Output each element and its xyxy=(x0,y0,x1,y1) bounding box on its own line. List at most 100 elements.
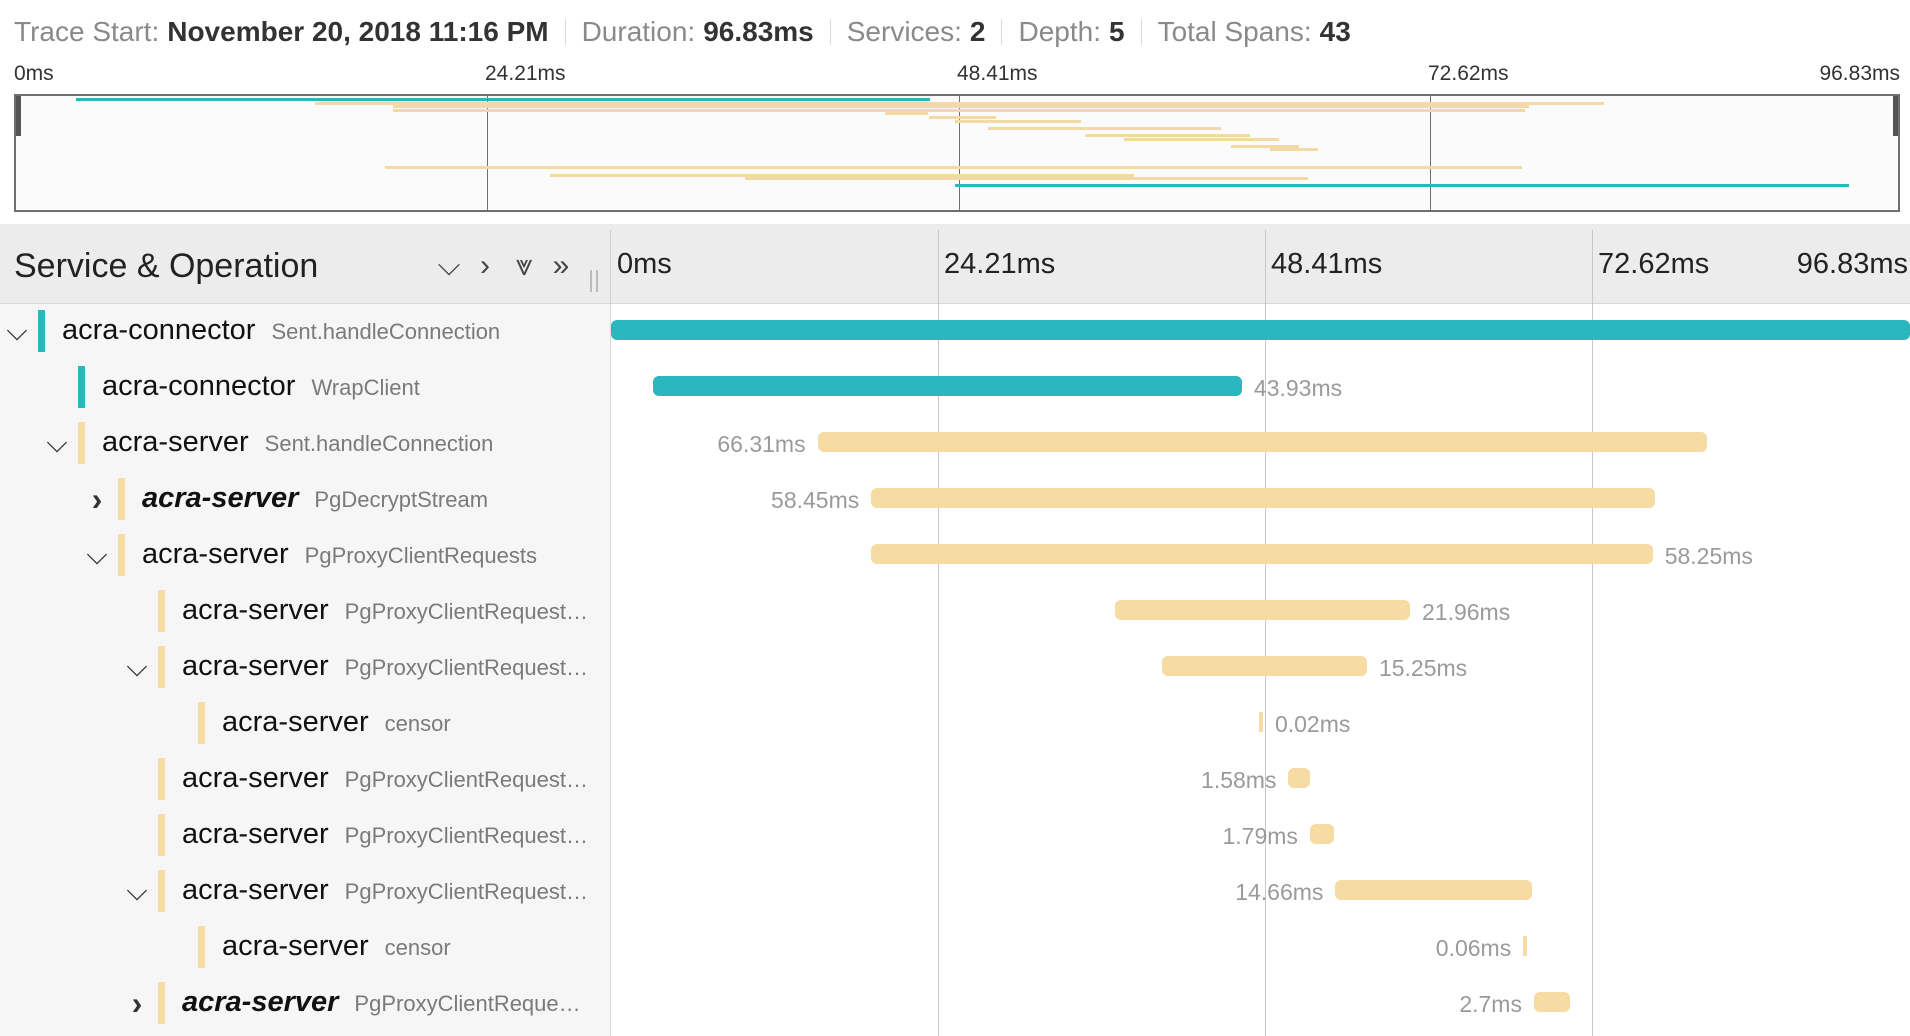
span-row[interactable]: › acra-server PgDecryptStream 58.45ms xyxy=(0,472,1910,528)
span-row[interactable]: acra-server PgProxyClientRequest… 21.96ms xyxy=(0,584,1910,640)
span-duration-label: 43.93ms xyxy=(1253,375,1343,401)
minimap-right-handle[interactable] xyxy=(1893,96,1898,136)
duration-value: 96.83ms xyxy=(703,16,814,47)
service-name[interactable]: acra-server xyxy=(182,762,329,795)
service-color-marker xyxy=(118,478,125,520)
minimap-span xyxy=(550,173,1134,177)
minimap-left-handle[interactable] xyxy=(16,96,21,136)
trace-services: Services: 2 xyxy=(847,16,986,48)
span-row[interactable]: acra-server PgProxyClientRequest… 1.58ms xyxy=(0,752,1910,808)
span-duration-bar[interactable] xyxy=(871,488,1656,508)
span-row[interactable]: ⌵ acra-connector Sent.handleConnection xyxy=(0,304,1910,360)
span-row[interactable]: ⌵ acra-server PgProxyClientRequest… 14.66ms xyxy=(0,864,1910,920)
span-duration-bar[interactable] xyxy=(652,376,1242,396)
service-color-marker xyxy=(78,366,85,408)
span-duration-bar[interactable] xyxy=(871,544,1653,564)
header-tickline xyxy=(1592,230,1593,304)
span-duration-bar[interactable] xyxy=(1115,600,1410,620)
service-name[interactable]: acra-server xyxy=(182,650,329,683)
span-row[interactable]: ⌵ acra-server PgProxyClientRequest… 15.25ms xyxy=(0,640,1910,696)
operation-name: Sent.handleConnection xyxy=(271,319,501,344)
divider xyxy=(1001,19,1003,45)
chevron-down-icon[interactable]: ⌵ xyxy=(2,311,32,351)
span-duration-bar[interactable] xyxy=(1288,768,1310,788)
minimap-span xyxy=(76,98,931,101)
trace-depth: Depth: 5 xyxy=(1018,16,1124,48)
chevron-down-icon[interactable]: ⌵ xyxy=(122,871,152,911)
divider xyxy=(829,19,831,45)
minimap-gridline xyxy=(959,96,960,210)
depth-label: Depth: xyxy=(1018,16,1101,47)
total-spans-label: Total Spans: xyxy=(1157,16,1312,47)
span-row[interactable]: acra-server PgProxyClientRequest… 1.79ms xyxy=(0,808,1910,864)
chevron-down-icon[interactable]: ⌵ xyxy=(42,423,72,463)
service-name[interactable]: acra-server xyxy=(182,986,338,1019)
span-row[interactable]: ⌵ acra-server Sent.handleConnection 66.31ms xyxy=(0,416,1910,472)
minimap-tick: 96.83ms xyxy=(1819,62,1900,85)
service-name[interactable]: acra-server xyxy=(182,874,329,907)
minimap-span xyxy=(954,119,1082,123)
chevron-right-icon[interactable]: › xyxy=(122,983,152,1023)
span-duration-label: 66.31ms xyxy=(717,431,806,457)
span-row[interactable]: acra-server censor 0.02ms xyxy=(0,696,1910,752)
span-duration-bar[interactable] xyxy=(1309,824,1334,844)
trace-minimap[interactable] xyxy=(14,94,1900,212)
minimap-span xyxy=(393,105,1530,109)
span-duration-bar[interactable] xyxy=(1533,992,1571,1012)
span-duration-bar[interactable] xyxy=(611,320,1910,340)
minimap-tick: 24.21ms xyxy=(485,62,566,85)
service-name[interactable]: acra-server xyxy=(142,538,289,571)
service-color-marker xyxy=(158,646,165,688)
service-name[interactable]: acra-connector xyxy=(102,370,295,403)
expand-all-icon[interactable]: » xyxy=(544,246,578,286)
operation-name: censor xyxy=(384,711,451,736)
span-duration-label: 0.02ms xyxy=(1274,711,1351,737)
service-color-marker xyxy=(118,534,125,576)
service-name[interactable]: acra-server xyxy=(102,426,249,459)
span-row[interactable]: acra-connector WrapClient 43.93ms xyxy=(0,360,1910,416)
operation-name: censor xyxy=(384,935,451,960)
minimap-gridline xyxy=(487,96,488,210)
span-duration-label: 1.58ms xyxy=(1201,767,1277,793)
operation-name: PgProxyClientRequest… xyxy=(344,655,588,680)
minimap-tick: 48.41ms xyxy=(957,62,1038,85)
divider xyxy=(564,19,566,45)
service-name[interactable]: acra-server xyxy=(222,930,369,963)
service-name[interactable]: acra-server xyxy=(222,706,369,739)
span-duration-bar[interactable] xyxy=(1335,880,1533,900)
minimap-span xyxy=(1230,144,1299,148)
minimap-span xyxy=(1084,134,1251,137)
minimap-tick: 0ms xyxy=(14,62,54,85)
trace-summary: Trace Start: November 20, 2018 11:16 PM … xyxy=(14,12,1351,52)
chevron-right-icon[interactable]: › xyxy=(82,479,112,519)
collapse-one-icon[interactable]: ⌵ xyxy=(432,246,466,286)
operation-name: PgProxyClientRequest… xyxy=(344,767,588,792)
span-row[interactable]: ⌵ acra-server PgProxyClientRequests 58.25ms xyxy=(0,528,1910,584)
service-color-marker xyxy=(198,926,205,968)
expand-one-icon[interactable]: › xyxy=(468,246,502,286)
span-row[interactable]: › acra-server PgProxyClientReque… 2.7ms xyxy=(0,976,1910,1032)
span-row[interactable]: acra-server censor 0.06ms xyxy=(0,920,1910,976)
collapse-all-icon[interactable]: ⩔ xyxy=(507,246,541,286)
divider xyxy=(1140,19,1142,45)
duration-label: Duration: xyxy=(581,16,696,47)
service-name[interactable]: acra-server xyxy=(182,594,329,627)
trace-start-value: November 20, 2018 11:16 PM xyxy=(167,16,549,47)
service-color-marker xyxy=(158,590,165,632)
span-duration-bar[interactable] xyxy=(1162,656,1367,676)
span-duration-label: 2.7ms xyxy=(1459,991,1522,1017)
service-name[interactable]: acra-connector xyxy=(62,314,255,347)
span-duration-bar[interactable] xyxy=(1523,936,1528,956)
service-color-marker xyxy=(158,814,165,856)
timeline-tick: 24.21ms xyxy=(944,248,1056,280)
service-name[interactable]: acra-server xyxy=(182,818,329,851)
column-resizer[interactable] xyxy=(590,270,598,292)
span-duration-bar[interactable] xyxy=(817,432,1708,452)
operation-name: PgProxyClientReque… xyxy=(354,991,581,1016)
span-duration-bar[interactable] xyxy=(1258,712,1263,732)
services-value: 2 xyxy=(969,16,986,47)
chevron-down-icon[interactable]: ⌵ xyxy=(122,647,152,687)
service-name[interactable]: acra-server xyxy=(142,482,298,515)
chevron-down-icon[interactable]: ⌵ xyxy=(82,535,112,575)
span-duration-label: 15.25ms xyxy=(1378,655,1468,681)
